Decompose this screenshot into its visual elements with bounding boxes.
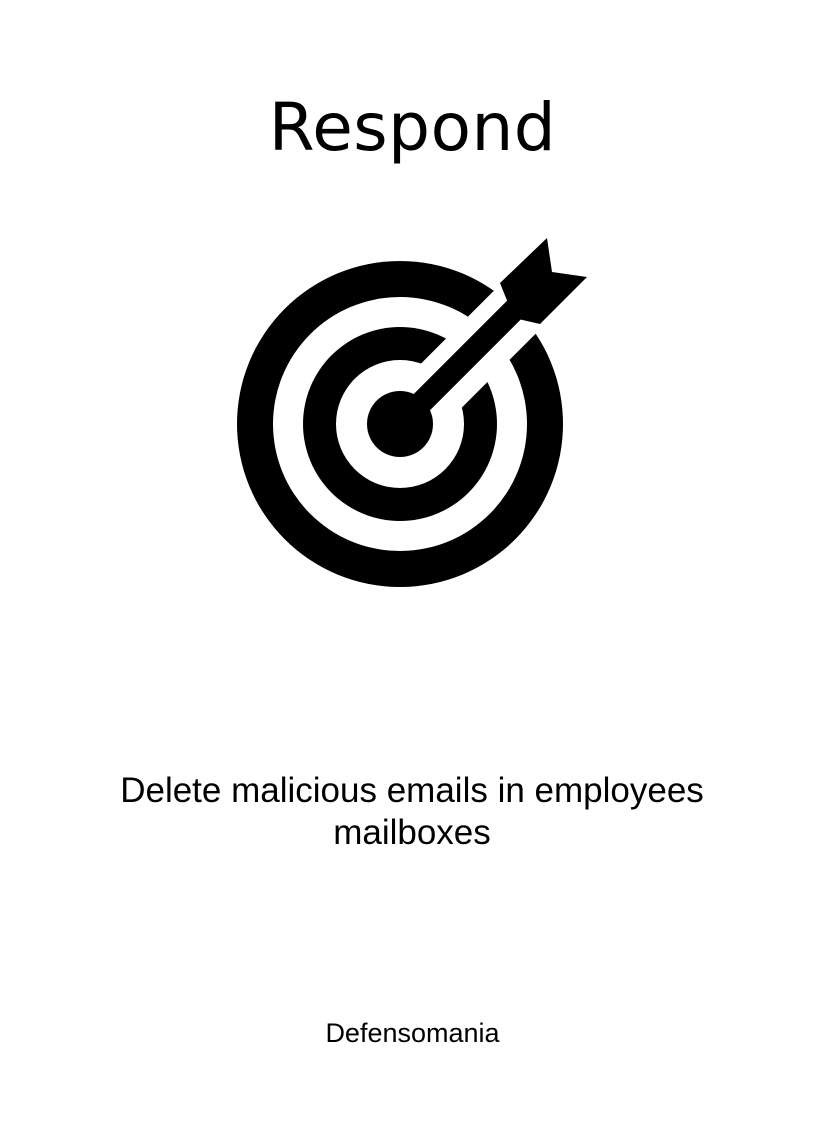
target-with-arrow-icon [230, 230, 595, 595]
card: Respond Delete malicious emails in emplo… [0, 0, 825, 1125]
brand-name: Defensomania [325, 1018, 500, 1048]
card-description: Delete malicious emails in employees mai… [120, 771, 704, 852]
card-title: Respond [268, 89, 557, 166]
